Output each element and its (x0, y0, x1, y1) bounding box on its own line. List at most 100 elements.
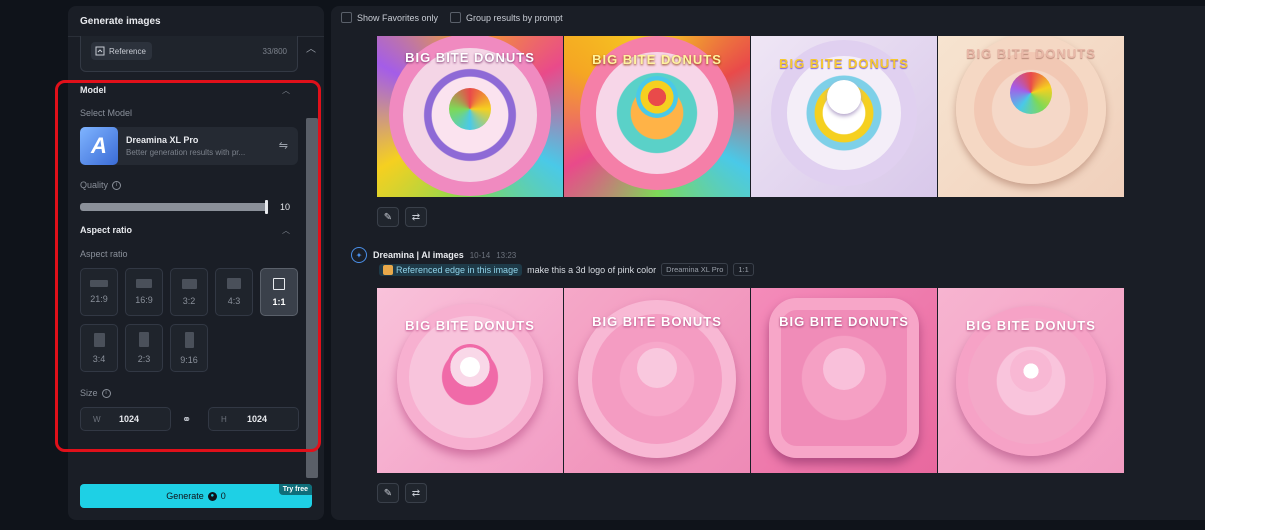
logo-center (1010, 350, 1052, 392)
logo-center (1010, 72, 1052, 114)
image-actions: ✎ ⇄ (377, 207, 427, 227)
logo-text: BIG BITE DONUTS (966, 46, 1096, 61)
ratio-option-2-3[interactable]: 2:3 (125, 324, 163, 372)
width-input[interactable]: W 1024 (80, 407, 171, 431)
blank-margin (1205, 0, 1280, 530)
edit-icon[interactable]: ✎ (377, 207, 399, 227)
generated-image[interactable]: BIG BITE DONUTS (938, 36, 1124, 197)
ratio-shape (181, 278, 197, 289)
generated-image[interactable]: BIG BITE DONUTS (751, 288, 937, 473)
generated-image[interactable]: BIG BITE DONUTS (377, 288, 563, 473)
ratio-label: 3:4 (92, 353, 106, 364)
edit-icon[interactable]: ✎ (377, 483, 399, 503)
logo-center (827, 80, 861, 114)
ratio-label: 9:16 (180, 354, 198, 365)
ratio-option-1-1[interactable]: 1:1 (260, 268, 298, 316)
generation-time: 13:23 (496, 250, 517, 260)
chevron-up-icon[interactable]: ︿ (306, 40, 316, 55)
try-free-badge: Try free (278, 484, 312, 495)
generate-label: Generate (166, 491, 204, 501)
model-name: Dreamina XL Pro (126, 135, 199, 145)
scrollbar-thumb[interactable] (306, 118, 318, 478)
ratio-option-9-16[interactable]: 9:16 (170, 324, 208, 372)
generated-image[interactable]: BIG BITE BONUTS (564, 288, 750, 473)
checkbox-box[interactable] (341, 12, 352, 23)
logo-center (447, 344, 493, 390)
image-row-2: BIG BITE DONUTS BIG BITE BONUTS BIG BITE… (377, 288, 1124, 473)
ratio-option-3-2[interactable]: 3:2 (170, 268, 208, 316)
char-counter: 33/800 (262, 47, 287, 56)
chevron-up-icon[interactable]: ︿ (282, 85, 290, 96)
generate-button[interactable]: Generate ● 0 Try free (80, 484, 312, 508)
reference-chip[interactable]: Referenced edge in this image (379, 263, 523, 276)
panel-title: Generate images (80, 16, 161, 27)
reference-chip-label: Referenced edge in this image (396, 264, 519, 275)
ratio-option-4-3[interactable]: 4:3 (215, 268, 253, 316)
model-tag: Dreamina XL Pro (661, 263, 729, 276)
logo-center (637, 348, 677, 388)
generated-image[interactable]: BIG BITE DONUTS (564, 36, 750, 197)
checkbox-box[interactable] (450, 12, 462, 23)
ratio-label: 1:1 (272, 296, 286, 307)
ratio-shape (139, 332, 149, 347)
reference-button[interactable]: Reference (91, 42, 152, 60)
height-input[interactable]: H 1024 (208, 407, 299, 431)
model-section-title: Model (80, 85, 106, 95)
ratio-label: 16:9 (135, 295, 153, 305)
ratio-option-21-9[interactable]: 21:9 (80, 268, 118, 316)
model-selector[interactable]: A Dreamina XL Pro Better generation resu… (80, 127, 298, 165)
ratio-option-3-4[interactable]: 3:4 (80, 324, 118, 372)
logo-text: BIG BITE DONUTS (405, 50, 535, 65)
reference-thumbnail (383, 264, 393, 275)
generate-cost: 0 (220, 491, 226, 501)
logo-center (449, 88, 491, 130)
prompt-text: make this a 3d logo of pink color (527, 264, 657, 275)
height-value: 1024 (247, 414, 268, 424)
ratio-shape (136, 279, 152, 288)
favorites-label: Show Favorites only (357, 12, 439, 23)
select-model-label: Select Model (80, 108, 133, 118)
coin-icon: ● (207, 491, 217, 501)
logo-center (636, 76, 678, 118)
logo-text: BIG BITE DONUTS (966, 318, 1096, 333)
scrollbar[interactable] (306, 118, 318, 478)
group-checkbox[interactable]: Group results by prompt (450, 12, 563, 23)
reference-label: Reference (109, 46, 146, 56)
regenerate-icon[interactable]: ⇄ (405, 207, 427, 227)
ratio-tag: 1:1 (733, 263, 754, 276)
link-icon[interactable]: ⚭ (182, 413, 191, 426)
width-key: W (93, 414, 101, 424)
group-label: Group results by prompt (466, 12, 563, 23)
ratio-label: 3:2 (182, 295, 196, 306)
logo-center (823, 348, 865, 390)
quality-label-text: Quality (80, 180, 109, 190)
ratio-label: 4:3 (227, 296, 241, 306)
regenerate-icon[interactable]: ⇄ (405, 483, 427, 503)
info-icon: i (112, 180, 122, 190)
height-key: H (221, 414, 227, 424)
quality-slider-handle[interactable] (265, 200, 268, 214)
logo-text: BIG BITE DONUTS (779, 56, 909, 71)
width-value: 1024 (119, 414, 140, 424)
ratio-option-16-9[interactable]: 16:9 (125, 268, 163, 316)
generation-date: 10-14 (469, 250, 491, 260)
generated-image[interactable]: BIG BITE DONUTS (938, 288, 1124, 473)
size-label-text: Size (80, 388, 98, 398)
ratio-shape (227, 278, 241, 289)
image-actions: ✎ ⇄ (377, 483, 427, 503)
ratio-label: 21:9 (90, 294, 108, 304)
logo-text: BIG BITE DONUTS (405, 318, 535, 333)
favorites-checkbox[interactable]: Show Favorites only (341, 12, 438, 23)
logo-text: BIG BITE DONUTS (592, 52, 722, 67)
chevron-up-icon[interactable]: ︿ (282, 225, 290, 236)
generated-image[interactable]: BIG BITE DONUTS (377, 36, 563, 197)
prompt-box[interactable]: Reference 33/800 (80, 36, 298, 72)
prompt-line: Referenced edge in this image make this … (379, 263, 754, 276)
logo-text: BIG BITE DONUTS (779, 314, 909, 329)
quality-label: Quality i (80, 180, 122, 190)
generated-image[interactable]: BIG BITE DONUTS (751, 36, 937, 197)
logo-text: BIG BITE BONUTS (592, 314, 722, 329)
ratio-shape (93, 332, 105, 347)
sliders-icon[interactable]: ⇋ (279, 139, 288, 152)
quality-slider[interactable] (80, 203, 268, 211)
